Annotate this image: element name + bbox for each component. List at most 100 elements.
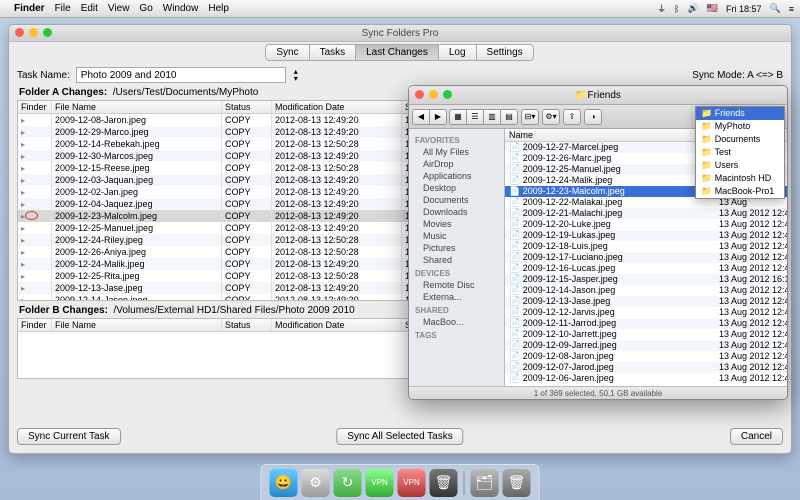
sidebar-item-fav[interactable]: AirDrop [409,158,504,170]
menu-file[interactable]: File [55,3,71,14]
view-column-button[interactable]: ▥ [483,109,501,125]
action-button[interactable]: ⚙▾ [542,109,560,125]
sidebar-item-fav[interactable]: All My Files [409,146,504,158]
col-file-name[interactable]: File Name [52,319,222,331]
finder-list-row[interactable]: 📄 2009-12-10-Jarrett.jpeg13 Aug 2012 12:… [505,329,787,340]
folder-b-label: Folder B Changes: [19,305,108,316]
sidebar-item-fav[interactable]: Applications [409,170,504,182]
finder-list-row[interactable]: 📄 2009-12-11-Jarrod.jpeg13 Aug 2012 12:4… [505,318,787,329]
col-finder[interactable]: Finder [18,101,52,113]
finder-list-row[interactable]: 📄 2009-12-06-Jaren.jpeg13 Aug 2012 12:49 [505,373,787,384]
window-titlebar[interactable]: Sync Folders Pro [9,25,791,42]
col-modification-date[interactable]: Modification Date [272,101,402,113]
finder-list-row[interactable]: 📄 2009-12-08-Jaron.jpeg13 Aug 2012 12:49 [505,351,787,362]
path-item[interactable]: 📁 MacBook-Pro1 [696,185,784,198]
sidebar-item-fav[interactable]: Shared [409,254,504,266]
menu-view[interactable]: View [108,3,130,14]
view-list-button[interactable]: ☰ [466,109,484,125]
cancel-button[interactable]: Cancel [730,428,783,445]
finder-zoom-button[interactable] [443,90,452,99]
tab-settings[interactable]: Settings [476,44,534,61]
finder-list-row[interactable]: 📄 2009-12-17-Luciano.jpeg13 Aug 2012 12:… [505,252,787,263]
dock-app-icon[interactable]: ⚙ [302,469,330,497]
tab-last-changes[interactable]: Last Changes [355,44,439,61]
finder-list-row[interactable]: 📄 2009-12-13-Jase.jpeg13 Aug 2012 12:49 [505,296,787,307]
tab-sync[interactable]: Sync [265,44,309,61]
finder-list-row[interactable]: 📄 2009-12-12-Jarvis.jpeg13 Aug 2012 12:4… [505,307,787,318]
sidebar-item-fav[interactable]: Movies [409,218,504,230]
sidebar-item-fav[interactable]: Documents [409,194,504,206]
finder-close-button[interactable] [415,90,424,99]
spotlight-icon[interactable]: 🔍 [770,3,781,14]
menubar-clock[interactable]: Fri 18:57 [726,4,762,14]
dock-app-icon[interactable]: ↻ [334,469,362,497]
col-status[interactable]: Status [222,319,272,331]
finder-list-row[interactable]: 📄 2009-12-21-Malachi.jpeg13 Aug 2012 12:… [505,208,787,219]
path-item[interactable]: 📁 Test [696,146,784,159]
dock-trash2-icon[interactable]: 🗑 [503,469,531,497]
view-icon-button[interactable]: ▦ [449,109,467,125]
sidebar-item-dev[interactable]: Remote Disc [409,279,504,291]
task-stepper[interactable]: ▴▾ [290,68,302,82]
sidebar-item-fav[interactable]: Pictures [409,242,504,254]
menu-window[interactable]: Window [163,3,199,14]
arrange-button[interactable]: ⊟▾ [521,109,539,125]
dock-folder-icon[interactable]: 🗂 [471,469,499,497]
share-button[interactable]: ⇪ [563,109,581,125]
menu-edit[interactable]: Edit [81,3,98,14]
tags-button[interactable]: ◑ [584,109,602,125]
task-name-input[interactable] [76,67,286,83]
path-item[interactable]: 📁 Macintosh HD [696,172,784,185]
notification-icon[interactable]: ≡ [789,4,794,14]
finder-list-row[interactable]: 📄 2009-12-16-Lucas.jpeg13 Aug 2012 12:49 [505,263,787,274]
dock-separator [464,471,465,495]
finder-titlebar[interactable]: 📁 Friends 📁 Friends📁 MyPhoto📁 Documents📁… [409,86,787,105]
path-item[interactable]: 📁 Friends [696,107,784,120]
finder-list-row[interactable]: 📄 2009-12-20-Luke.jpeg13 Aug 2012 12:49 [505,219,787,230]
close-button[interactable] [15,28,24,37]
menu-go[interactable]: Go [139,3,152,14]
folder-b-path: /Volumes/External HD1/Shared Files/Photo… [113,305,354,316]
path-item[interactable]: 📁 MyPhoto [696,120,784,133]
sidebar-item-fav[interactable]: Desktop [409,182,504,194]
menubar-app[interactable]: Finder [14,3,45,14]
finder-minimize-button[interactable] [429,90,438,99]
wifi-icon[interactable]: ⏚ [657,2,666,15]
finder-path-popup[interactable]: 📁 Friends📁 MyPhoto📁 Documents📁 Test📁 Use… [695,106,785,199]
minimize-button[interactable] [29,28,38,37]
path-item[interactable]: 📁 Documents [696,133,784,146]
col-modification-date[interactable]: Modification Date [272,319,402,331]
finder-list-row[interactable]: 📄 2009-12-14-Jason.jpeg13 Aug 2012 12:49 [505,285,787,296]
menu-help[interactable]: Help [208,3,229,14]
finder-list-row[interactable]: 📄 2009-12-15-Jasper.jpeg13 Aug 2012 16:1… [505,274,787,285]
col-file-name[interactable]: File Name [52,101,222,113]
dock-vpn-icon[interactable]: VPN [366,469,394,497]
tab-tasks[interactable]: Tasks [309,44,357,61]
bluetooth-icon[interactable]: ᛒ [674,4,679,14]
back-button[interactable]: ◀ [412,109,430,125]
dock-finder-icon[interactable]: 😀 [270,469,298,497]
volume-icon[interactable]: 🔊 [688,3,699,14]
dock-trash-icon[interactable]: 🗑 [430,469,458,497]
forward-button[interactable]: ▶ [429,109,447,125]
sidebar-item-dev[interactable]: Externa... [409,291,504,303]
zoom-button[interactable] [43,28,52,37]
sync-current-button[interactable]: Sync Current Task [17,428,121,445]
finder-list-row[interactable]: 📄 2009-12-07-Jarod.jpeg13 Aug 2012 12:49 [505,362,787,373]
finder-list-row[interactable]: 📄 2009-12-18-Luis.jpeg13 Aug 2012 12:49 [505,241,787,252]
tab-log[interactable]: Log [438,44,477,61]
col-status[interactable]: Status [222,101,272,113]
dock-vpn2-icon[interactable]: VPN [398,469,426,497]
sidebar-favorites-header: FAVORITES [409,133,504,146]
sync-all-button[interactable]: Sync All Selected Tasks [336,428,463,445]
finder-col-name[interactable]: Name [505,129,715,141]
view-cover-button[interactable]: ▤ [500,109,518,125]
finder-list-row[interactable]: 📄 2009-12-09-Jarred.jpeg13 Aug 2012 12:4… [505,340,787,351]
path-item[interactable]: 📁 Users [696,159,784,172]
sidebar-item-shared[interactable]: MacBoo... [409,316,504,328]
finder-list-row[interactable]: 📄 2009-12-19-Lukas.jpeg13 Aug 2012 12:49 [505,230,787,241]
sidebar-item-fav[interactable]: Downloads [409,206,504,218]
flag-icon[interactable]: 🇺🇸 [707,3,718,14]
sidebar-item-fav[interactable]: Music [409,230,504,242]
col-finder[interactable]: Finder [18,319,52,331]
